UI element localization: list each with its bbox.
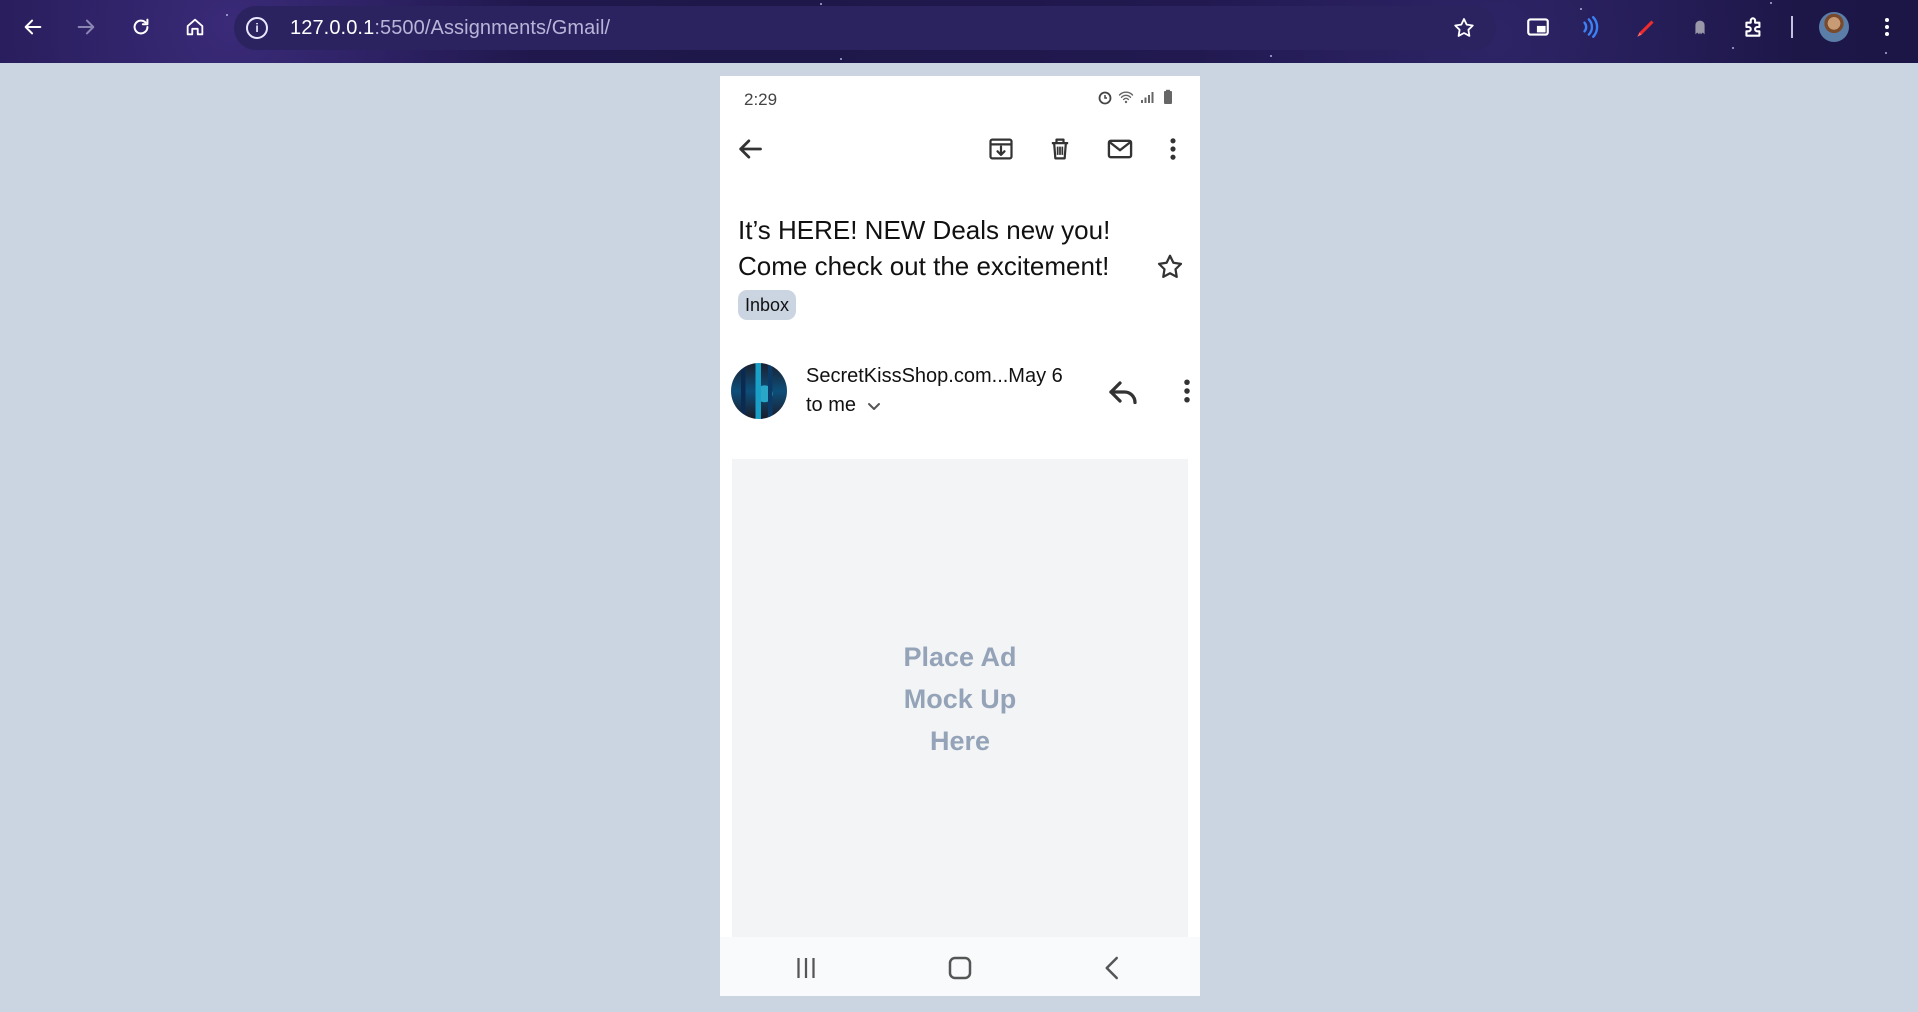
- reload-button[interactable]: [126, 12, 156, 42]
- forward-button[interactable]: [71, 12, 101, 42]
- ad-line-2: Mock Up: [903, 684, 1017, 714]
- back-chevron-icon: [1105, 956, 1118, 980]
- info-icon[interactable]: i: [246, 17, 268, 39]
- picture-in-picture-icon[interactable]: [1524, 13, 1552, 41]
- alarm-icon: [1098, 91, 1112, 105]
- ad-placeholder-text: Place Ad Mock Up Here: [903, 636, 1016, 762]
- recipient-text: to me: [806, 394, 857, 416]
- mark-unread-button[interactable]: [1104, 133, 1136, 165]
- browser-toolbar: i 127.0.0.1:5500/Assignments/Gmail/: [0, 0, 1918, 63]
- back-nav-button[interactable]: [1097, 953, 1129, 983]
- home-icon: [948, 956, 972, 980]
- delete-icon: [1051, 138, 1069, 160]
- archive-icon: [989, 138, 1013, 160]
- toolbar-divider: [1791, 16, 1793, 38]
- bookmark-star-icon[interactable]: [1452, 16, 1476, 40]
- signal-icon: [1141, 92, 1154, 103]
- chevron-down-icon[interactable]: [866, 398, 882, 414]
- home-icon: [186, 18, 204, 36]
- url-path: :5500/Assignments/Gmail/: [374, 17, 611, 39]
- chrome-menu-icon[interactable]: [1873, 13, 1901, 41]
- delete-button[interactable]: [1044, 133, 1076, 165]
- ad-placeholder: Place Ad Mock Up Here: [732, 459, 1188, 939]
- recents-icon: [797, 958, 815, 978]
- email-subject: It’s HERE! NEW Deals new you! Come check…: [738, 215, 1111, 281]
- status-time: 2:29: [744, 90, 778, 109]
- wifi-icon: [1118, 91, 1134, 104]
- recipient-line[interactable]: to me: [806, 394, 882, 417]
- mark-unread-icon: [1107, 139, 1133, 159]
- extension-ghost-icon[interactable]: [1686, 13, 1714, 41]
- sender-name[interactable]: SecretKissShop.com...May 6: [806, 365, 1063, 388]
- reply-icon[interactable]: [1105, 374, 1141, 410]
- phone-screen: 2:29 It’s HERE! NEW Deals new you! Come …: [720, 76, 1200, 996]
- reload-icon: [133, 18, 149, 35]
- recents-button[interactable]: [790, 953, 822, 983]
- home-button[interactable]: [180, 12, 210, 42]
- extension-pen-icon[interactable]: [1632, 13, 1660, 41]
- battery-icon: [1164, 89, 1172, 104]
- extensions-puzzle-icon[interactable]: [1740, 13, 1768, 41]
- url-text[interactable]: 127.0.0.1:5500/Assignments/Gmail/: [290, 17, 610, 40]
- star-icon[interactable]: [1155, 252, 1185, 282]
- inbox-label-chip[interactable]: Inbox: [738, 290, 797, 320]
- sender-avatar: [731, 363, 787, 419]
- profile-avatar[interactable]: [1819, 12, 1849, 42]
- back-icon: [24, 19, 42, 35]
- message-more-vert-icon[interactable]: [1172, 376, 1202, 406]
- more-options-button[interactable]: [1157, 133, 1189, 165]
- status-icons: [1097, 89, 1176, 105]
- system-nav-bar: [720, 937, 1200, 996]
- ad-line-1: Place Ad: [903, 642, 1017, 672]
- address-bar[interactable]: i 127.0.0.1:5500/Assignments/Gmail/: [234, 6, 1496, 50]
- more-vert-icon: [1170, 138, 1176, 160]
- forward-icon: [77, 19, 95, 35]
- url-host: 127.0.0.1: [290, 17, 375, 39]
- back-button[interactable]: [18, 12, 48, 42]
- archive-button[interactable]: [985, 133, 1017, 165]
- ad-line-3: Here: [929, 726, 991, 756]
- home-nav-button[interactable]: [944, 953, 976, 983]
- back-arrow-button[interactable]: [734, 133, 766, 165]
- extension-audio-icon[interactable]: [1577, 13, 1605, 41]
- back-arrow-icon: [739, 139, 762, 159]
